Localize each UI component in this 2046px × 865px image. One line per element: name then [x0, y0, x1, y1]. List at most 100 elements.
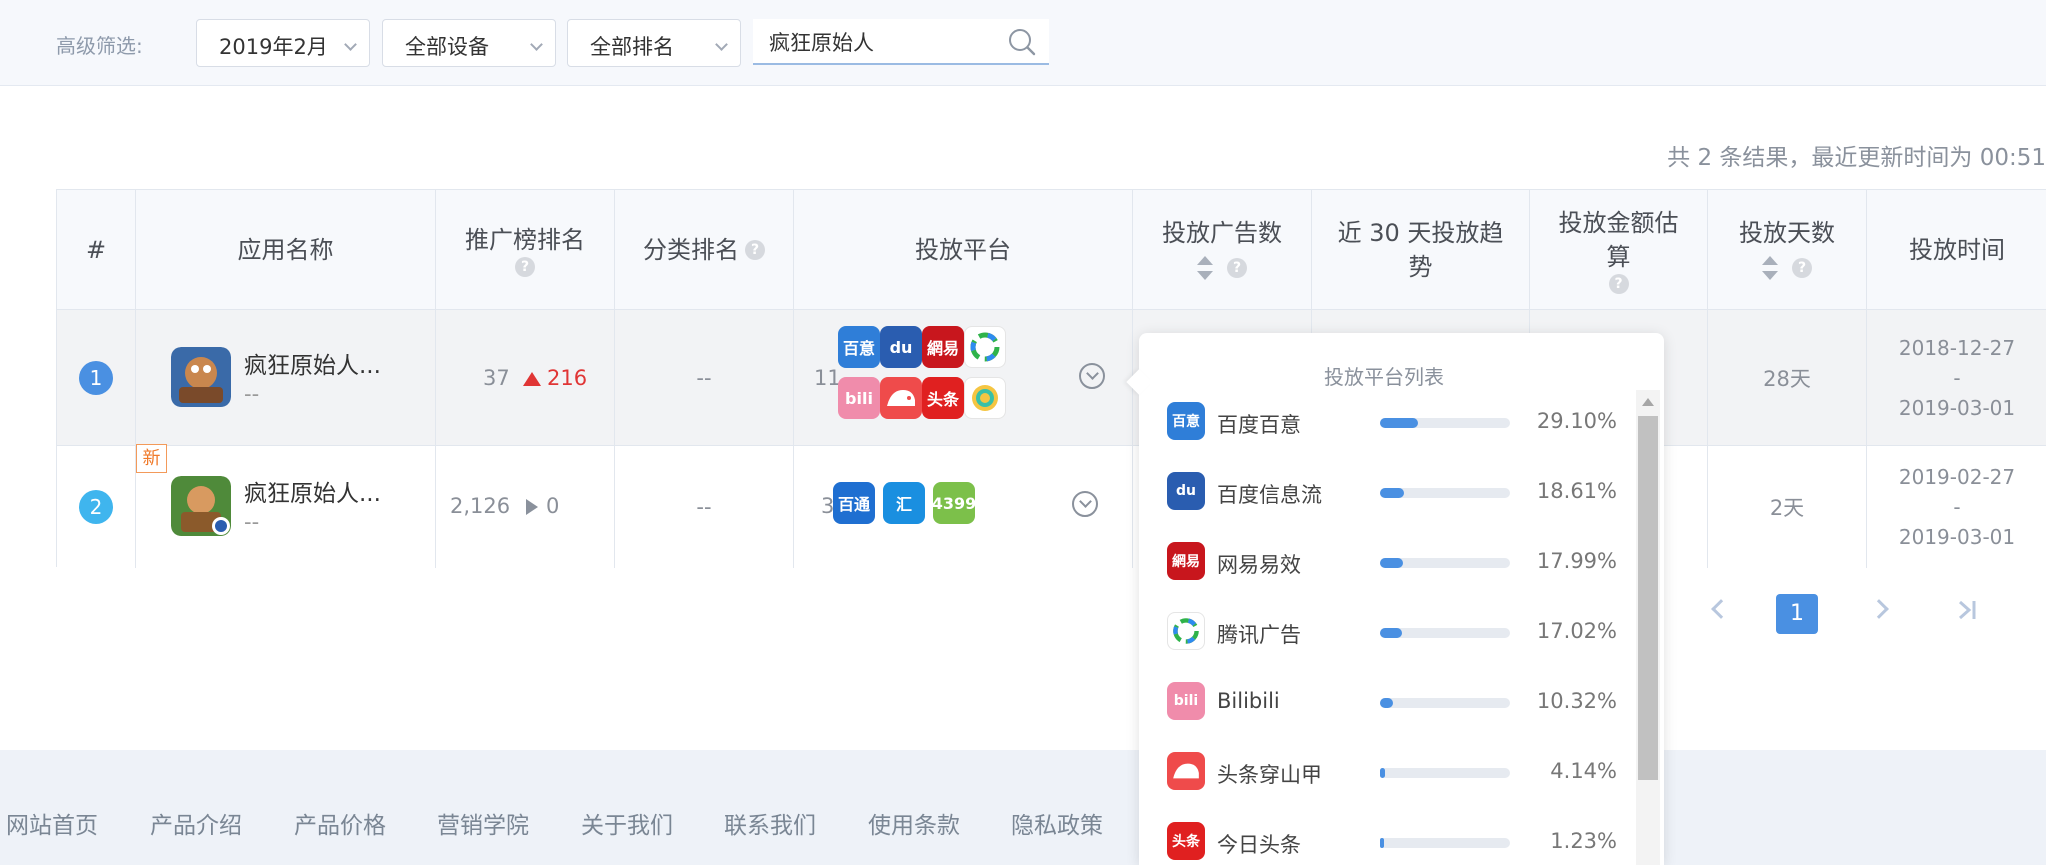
spiral-icon[interactable] [964, 377, 1006, 419]
platform-icon [1167, 752, 1205, 790]
netease-icon[interactable]: 網易 [922, 326, 964, 368]
help-icon[interactable]: ? [745, 239, 765, 260]
last-page-icon[interactable] [1956, 598, 1978, 622]
footer-link-products[interactable]: 产品介绍 [150, 806, 242, 840]
header-time-label: 投放时间 [1909, 235, 2005, 264]
promo-rank-cell: 2,126 0 [436, 446, 615, 568]
header-platform: 投放平台 [794, 190, 1133, 309]
platform-list-item: 腾讯广告 17.02% [1167, 612, 1617, 654]
app-name-link[interactable]: 疯狂原始人... [244, 474, 381, 508]
help-icon[interactable]: ? [1792, 257, 1812, 278]
category-rank-value: -- [696, 495, 712, 519]
share-bar-fill [1380, 768, 1386, 778]
footer-link-home[interactable]: 网站首页 [6, 806, 98, 840]
share-bar-fill [1380, 418, 1418, 428]
baidu-paw-icon[interactable]: du [880, 326, 922, 368]
footer-link-contact[interactable]: 联系我们 [724, 806, 816, 840]
baidu-baiyi-icon[interactable]: 百意 [838, 326, 880, 368]
platform-cell[interactable]: 11 百意 du 網易 bili 头条 [794, 310, 1133, 445]
next-page-icon[interactable] [1869, 599, 1889, 619]
toutiao-icon[interactable]: 头条 [922, 377, 964, 419]
platform-name: 网易易效 [1217, 553, 1301, 577]
app-subtitle: -- [244, 382, 260, 406]
help-icon[interactable]: ? [1608, 273, 1629, 294]
app-cell[interactable]: 疯狂原始人... -- [136, 310, 436, 445]
share-bar-fill [1380, 488, 1405, 498]
table-row[interactable]: 2 新 疯狂原始人... -- 2,126 0 -- 3 百通汇 4399 2天… [57, 444, 2046, 568]
platform-icon: 头条 [1167, 822, 1205, 860]
share-percent: 17.02% [1536, 619, 1617, 643]
platform-icon: bili [1167, 682, 1205, 720]
footer-link-about[interactable]: 关于我们 [581, 806, 673, 840]
table-header-row: # 应用名称 推广榜排名 ? 分类排名 ? 投放平台 投放广告数 ? 近 30 … [57, 190, 2046, 310]
header-amount-label: 投放金额估算 [1558, 208, 1679, 271]
search-input[interactable] [769, 27, 999, 57]
end-date: 2019-03-01 [1898, 525, 2016, 549]
header-index-label: # [85, 235, 107, 264]
time-cell: 2019-02-27 - 2019-03-01 [1867, 446, 2046, 568]
expand-platforms-icon[interactable] [1079, 363, 1105, 389]
share-bar [1380, 488, 1510, 498]
date-separator: - [1953, 365, 1961, 390]
platform-icon: du [1167, 472, 1205, 510]
share-percent: 17.99% [1536, 549, 1617, 573]
platform-list-item: bili Bilibili 10.32% [1167, 682, 1617, 724]
huichuan-icon[interactable]: 汇 [883, 482, 925, 524]
platform-icon: 百意 [1167, 402, 1205, 440]
share-percent: 18.61% [1536, 479, 1617, 503]
row-index-cell: 1 [57, 310, 136, 445]
app-icon[interactable] [171, 347, 231, 407]
promo-rank-change: 216 [547, 366, 588, 390]
4399-icon[interactable]: 4399 [933, 482, 975, 524]
sort-icon[interactable] [1197, 255, 1213, 280]
category-rank-cell: -- [615, 446, 794, 568]
header-trend: 近 30 天投放趋势 [1312, 190, 1530, 309]
device-select[interactable]: 全部设备 [382, 19, 556, 67]
scroll-up-icon[interactable] [1642, 398, 1654, 406]
pangolin-icon[interactable] [880, 377, 922, 419]
bilibili-icon[interactable]: bili [838, 377, 880, 419]
app-subtitle: -- [244, 510, 260, 534]
share-bar-fill [1380, 628, 1403, 638]
app-name-link[interactable]: 疯狂原始人... [244, 346, 381, 380]
chevron-down-icon [530, 38, 543, 51]
share-percent: 29.10% [1536, 409, 1617, 433]
tencent-ad-icon[interactable] [964, 326, 1006, 368]
share-bar-fill [1380, 698, 1394, 708]
header-promo-rank-label: 推广榜排名 [465, 225, 585, 254]
prev-page-icon[interactable] [1711, 599, 1731, 619]
help-icon[interactable]: ? [515, 256, 535, 277]
footer-link-terms[interactable]: 使用条款 [868, 806, 960, 840]
result-summary: 共 2 条结果，最近更新时间为 00:51 [1667, 145, 2046, 171]
results-table: # 应用名称 推广榜排名 ? 分类排名 ? 投放平台 投放广告数 ? 近 30 … [56, 189, 2046, 568]
popover-scrollbar[interactable] [1636, 390, 1660, 865]
footer-link-academy[interactable]: 营销学院 [437, 806, 529, 840]
promo-rank-change: 0 [546, 494, 560, 518]
row-index-cell: 2 [57, 446, 136, 568]
sort-icon[interactable] [1762, 255, 1778, 280]
app-cell[interactable]: 新 疯狂原始人... -- [136, 444, 436, 568]
new-tag: 新 [136, 444, 167, 473]
ranking-select[interactable]: 全部排名 [567, 19, 741, 67]
promo-rank-value: 37 [483, 366, 510, 390]
header-app-name-label: 应用名称 [237, 235, 334, 264]
help-icon[interactable]: ? [1227, 257, 1247, 278]
platform-cell[interactable]: 3 百通汇 4399 [794, 446, 1133, 568]
footer-link-privacy[interactable]: 隐私政策 [1011, 806, 1103, 840]
app-icon[interactable] [171, 476, 231, 536]
share-bar [1380, 838, 1510, 848]
footer-link-pricing[interactable]: 产品价格 [294, 806, 386, 840]
platform-list-item: 头条 今日头条 1.23% [1167, 822, 1617, 864]
baitong-icon[interactable]: 百通 [833, 482, 875, 524]
month-select-value: 2019年2月 [219, 35, 328, 59]
expand-platforms-icon[interactable] [1072, 491, 1098, 517]
search-icon[interactable] [1007, 27, 1037, 57]
end-date: 2019-03-01 [1898, 395, 2016, 420]
month-select[interactable]: 2019年2月 [196, 19, 370, 67]
platform-icon [1167, 612, 1205, 650]
scrollbar-thumb[interactable] [1638, 416, 1658, 780]
page-1-button[interactable]: 1 [1776, 594, 1818, 634]
header-days-label: 投放天数 [1739, 218, 1835, 247]
rank-badge: 2 [79, 490, 113, 524]
table-row[interactable]: 1 疯狂原始人... -- 37 216 -- 11 百意 du 網易 bili 头条 [57, 310, 2046, 446]
